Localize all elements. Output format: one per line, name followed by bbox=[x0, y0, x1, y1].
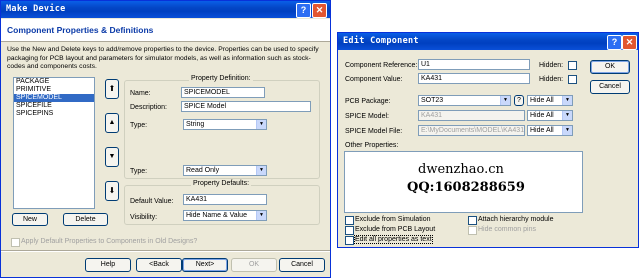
description-field[interactable]: SPICE Model bbox=[181, 101, 311, 112]
edit-all-checkbox[interactable] bbox=[345, 236, 354, 245]
hide-pins-label: Hide common pins bbox=[478, 226, 536, 233]
list-item[interactable]: SPICEPINS bbox=[14, 110, 94, 118]
name-label-text: Name: bbox=[130, 90, 151, 97]
type-label: Type: bbox=[130, 122, 148, 129]
move-bottom-button[interactable]: ⬇ bbox=[105, 181, 119, 201]
exclude-sim-label: Exclude from Simulation bbox=[355, 216, 431, 223]
model-field[interactable]: KA431 bbox=[418, 110, 525, 121]
chevron-down-icon[interactable]: ▼ bbox=[256, 211, 266, 220]
type-select-value: String bbox=[186, 121, 205, 128]
move-down-button[interactable]: ▼ bbox=[105, 147, 119, 167]
page-title: Component Properties & Definitions bbox=[7, 25, 154, 35]
exclude-pcb-checkbox[interactable] bbox=[345, 226, 354, 235]
reference-field[interactable]: U1 bbox=[418, 59, 530, 70]
window-title: Edit Component bbox=[343, 36, 419, 46]
list-item[interactable]: SPICEFILE bbox=[14, 102, 94, 110]
description-label: Description: bbox=[130, 104, 167, 111]
model-visibility-select[interactable]: Hide All ▼ bbox=[527, 110, 573, 121]
package-visibility-value: Hide All bbox=[530, 97, 554, 104]
package-select[interactable]: SOT23 ▼ bbox=[418, 95, 511, 106]
back-button[interactable]: <Back bbox=[136, 258, 182, 272]
make-device-titlebar: Make Device ? ✕ bbox=[1, 1, 330, 18]
visibility-label: Visibility: bbox=[130, 214, 158, 221]
move-top-button[interactable]: ⬆ bbox=[105, 79, 119, 99]
type2-select-value: Read Only bbox=[186, 167, 220, 174]
model-file-visibility-value: Hide All bbox=[530, 127, 554, 134]
help-title-button[interactable]: ? bbox=[296, 3, 311, 18]
property-definition-title: Property Definition: bbox=[189, 75, 253, 82]
apply-default-label: Apply Default Properties to Components i… bbox=[21, 238, 198, 245]
package-label: PCB Package: bbox=[345, 98, 391, 105]
cancel-button[interactable]: Cancel bbox=[279, 258, 325, 272]
package-select-value: SOT23 bbox=[421, 97, 444, 104]
apply-default-checkbox[interactable] bbox=[11, 238, 20, 247]
package-visibility-select[interactable]: Hide All ▼ bbox=[527, 95, 573, 106]
list-item-selected[interactable]: SPICEMODEL bbox=[14, 94, 94, 102]
hidden-label-2: Hidden: bbox=[539, 76, 564, 83]
value-hidden-checkbox[interactable] bbox=[568, 75, 577, 84]
chevron-down-icon[interactable]: ▼ bbox=[562, 111, 572, 120]
watermark-site: dwenzhao.cn bbox=[418, 162, 504, 177]
model-visibility-value: Hide All bbox=[530, 112, 554, 119]
move-up-button[interactable]: ▲ bbox=[105, 113, 119, 133]
delete-button[interactable]: Delete bbox=[63, 213, 108, 226]
list-item[interactable]: PRIMITIVE bbox=[14, 86, 94, 94]
model-file-label: SPICE Model File: bbox=[345, 128, 403, 135]
make-device-window: Make Device ? ✕ Component Properties & D… bbox=[0, 0, 331, 278]
edit-component-window: Edit Component ? ✕ Component Reference: … bbox=[337, 32, 639, 248]
property-defaults-title: Property Defaults: bbox=[191, 180, 252, 187]
list-item[interactable]: PACKAGE bbox=[14, 78, 94, 86]
name-label: Name: bbox=[130, 90, 151, 97]
exclude-sim-checkbox[interactable] bbox=[345, 216, 354, 225]
watermark-qq: QQ:1608288659 bbox=[407, 180, 525, 195]
model-label: SPICE Model: bbox=[345, 113, 389, 120]
next-button[interactable]: Next> bbox=[182, 258, 228, 272]
footer-divider bbox=[1, 250, 330, 252]
hidden-label: Hidden: bbox=[539, 62, 564, 69]
name-field[interactable]: SPICEMODEL bbox=[181, 87, 265, 98]
model-file-field[interactable]: E:\MyDocuments\MODEL\KA431.L bbox=[418, 125, 525, 136]
reference-label: Component Reference: bbox=[345, 62, 418, 69]
window-title: Make Device bbox=[6, 4, 66, 14]
description-text: Use the New and Delete keys to add/remov… bbox=[7, 46, 319, 71]
cancel-button[interactable]: Cancel bbox=[590, 80, 630, 94]
close-title-button[interactable]: ✕ bbox=[622, 35, 637, 50]
attach-hierarchy-checkbox[interactable] bbox=[468, 216, 477, 225]
chevron-down-icon[interactable]: ▼ bbox=[562, 96, 572, 105]
value-field[interactable]: KA431 bbox=[418, 73, 530, 84]
ok-button[interactable]: OK bbox=[590, 60, 630, 74]
new-button[interactable]: New bbox=[12, 213, 48, 226]
hide-pins-checkbox[interactable] bbox=[468, 226, 477, 235]
property-list[interactable]: PACKAGE PRIMITIVE SPICEMODEL SPICEFILE S… bbox=[13, 77, 95, 209]
edit-component-titlebar: Edit Component ? ✕ bbox=[338, 33, 638, 50]
attach-hierarchy-label: Attach hierarchy module bbox=[478, 216, 554, 223]
help-button[interactable]: Help bbox=[85, 258, 131, 272]
package-help-button[interactable]: ? bbox=[514, 95, 524, 106]
visibility-select-value: Hide Name & Value bbox=[186, 212, 247, 219]
default-value-field[interactable]: KA431 bbox=[183, 194, 267, 205]
ok-button[interactable]: OK bbox=[231, 258, 277, 272]
reference-hidden-checkbox[interactable] bbox=[568, 61, 577, 70]
type2-label: Type: bbox=[130, 168, 148, 175]
other-properties-label: Other Properties: bbox=[345, 142, 399, 149]
chevron-down-icon[interactable]: ▼ bbox=[256, 166, 266, 175]
chevron-down-icon[interactable]: ▼ bbox=[562, 126, 572, 135]
exclude-pcb-label: Exclude from PCB Layout bbox=[355, 226, 436, 233]
visibility-select[interactable]: Hide Name & Value ▼ bbox=[183, 210, 267, 221]
other-properties-textarea[interactable]: dwenzhao.cn QQ:1608288659 bbox=[344, 151, 583, 213]
edit-all-label: Edit all properties as text bbox=[354, 235, 433, 244]
chevron-down-icon[interactable]: ▼ bbox=[500, 96, 510, 105]
type-select[interactable]: String ▼ bbox=[183, 119, 267, 130]
model-file-visibility-select[interactable]: Hide All ▼ bbox=[527, 125, 573, 136]
value-label: Component Value: bbox=[345, 76, 403, 83]
close-title-button[interactable]: ✕ bbox=[312, 3, 327, 18]
help-title-button[interactable]: ? bbox=[607, 35, 622, 50]
default-value-label: Default Value: bbox=[130, 198, 174, 205]
type2-select[interactable]: Read Only ▼ bbox=[183, 165, 267, 176]
chevron-down-icon[interactable]: ▼ bbox=[256, 120, 266, 129]
